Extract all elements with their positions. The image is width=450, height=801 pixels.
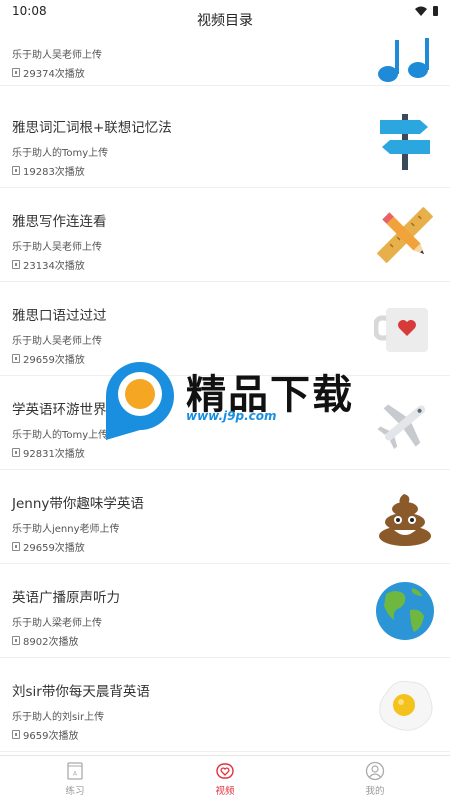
play-count: 29374次播放 bbox=[12, 65, 85, 80]
play-count-icon bbox=[12, 542, 20, 551]
tab-label: 我的 bbox=[365, 785, 385, 797]
book-icon: A bbox=[67, 761, 83, 780]
play-count-text: 9659次播放 bbox=[23, 731, 79, 742]
play-count-icon bbox=[12, 636, 20, 645]
fried-egg-icon bbox=[379, 680, 433, 731]
play-count-icon bbox=[12, 260, 20, 269]
play-count: 29659次播放 bbox=[12, 539, 85, 554]
signpost-icon bbox=[380, 114, 430, 170]
uploader-label: 乐于助人吴老师上传 bbox=[12, 336, 102, 347]
play-count: 23134次播放 bbox=[12, 257, 85, 272]
uploader-label: 乐于助人的刘sir上传 bbox=[12, 712, 105, 723]
play-count: 19283次播放 bbox=[12, 163, 85, 178]
play-count-text: 92831次播放 bbox=[23, 449, 85, 460]
poop-emoji-icon bbox=[379, 494, 431, 546]
uploader-label: 乐于助人梁老师上传 bbox=[12, 618, 102, 629]
play-count-icon bbox=[12, 354, 20, 363]
list-item[interactable]: 雅思词汇词根+联想记忆法 乐于助人的Tomy上传 19283次播放 bbox=[0, 94, 450, 188]
pencil-ruler-icon bbox=[377, 207, 433, 263]
tab-video[interactable]: 视频 bbox=[150, 756, 300, 801]
user-icon bbox=[365, 761, 385, 780]
play-count-text: 23134次播放 bbox=[23, 261, 85, 272]
play-count-text: 29374次播放 bbox=[23, 69, 85, 80]
video-title: 刘sir带你每天晨背英语 bbox=[12, 684, 150, 700]
uploader-label: 乐于助人吴老师上传 bbox=[12, 242, 102, 253]
list-item[interactable]: Jenny带你趣味学英语 乐于助人jenny老师上传 29659次播放 bbox=[0, 470, 450, 564]
list-item[interactable]: 雅思写作连连看 乐于助人吴老师上传 23134次播放 bbox=[0, 188, 450, 282]
bottom-tab-bar: A 练习 视频 我的 bbox=[0, 755, 450, 801]
uploader-label: 乐于助人吴老师上传 bbox=[12, 50, 102, 61]
heart-tv-icon bbox=[216, 762, 234, 779]
play-count: 29659次播放 bbox=[12, 351, 85, 366]
play-count: 8902次播放 bbox=[12, 633, 78, 648]
play-count-text: 29659次播放 bbox=[23, 355, 85, 366]
tab-practice[interactable]: A 练习 bbox=[0, 756, 150, 801]
video-title: 英语广播原声听力 bbox=[12, 590, 120, 606]
list-item[interactable]: 刘sir带你每天晨背英语 乐于助人的刘sir上传 9659次播放 bbox=[0, 658, 450, 752]
music-notes-icon bbox=[378, 38, 429, 82]
heart-mug-icon bbox=[374, 308, 428, 352]
list-item[interactable]: 英语广播原声听力 乐于助人梁老师上传 8902次播放 bbox=[0, 564, 450, 658]
play-count-text: 29659次播放 bbox=[23, 543, 85, 554]
play-count-text: 19283次播放 bbox=[23, 167, 85, 178]
tab-label: 练习 bbox=[65, 785, 85, 797]
play-count-text: 8902次播放 bbox=[23, 637, 79, 648]
page-title: 视频目录 bbox=[197, 13, 253, 29]
video-title: 雅思词汇词根+联想记忆法 bbox=[12, 120, 172, 136]
video-title: 雅思口语过过过 bbox=[12, 308, 107, 324]
uploader-label: 乐于助人jenny老师上传 bbox=[12, 524, 120, 535]
tab-mine[interactable]: 我的 bbox=[300, 756, 450, 801]
play-count-icon bbox=[12, 730, 20, 739]
globe-icon bbox=[376, 582, 434, 640]
uploader-label: 乐于助人的Tomy上传 bbox=[12, 148, 109, 159]
play-count: 92831次播放 bbox=[12, 445, 85, 460]
list-item[interactable]: 学英语环游世界 乐于助人的Tomy上传 92831次播放 bbox=[0, 376, 450, 470]
video-list[interactable]: 乐于助人吴老师上传 29374次播放 雅思词汇词根+联想记忆法 乐于助人的Tom… bbox=[0, 0, 450, 755]
list-item[interactable]: 雅思口语过过过 乐于助人吴老师上传 29659次播放 bbox=[0, 282, 450, 376]
video-title: 学英语环游世界 bbox=[12, 402, 107, 418]
airplane-icon bbox=[377, 404, 426, 450]
play-count-icon bbox=[12, 448, 20, 457]
play-count-icon bbox=[12, 68, 20, 77]
video-title: Jenny带你趣味学英语 bbox=[12, 496, 144, 512]
uploader-label: 乐于助人的Tomy上传 bbox=[12, 430, 109, 441]
tab-label: 视频 bbox=[215, 785, 235, 797]
video-title: 雅思写作连连看 bbox=[12, 214, 107, 230]
svg-text:A: A bbox=[73, 770, 78, 777]
play-count-icon bbox=[12, 166, 20, 175]
play-count: 9659次播放 bbox=[12, 727, 78, 742]
